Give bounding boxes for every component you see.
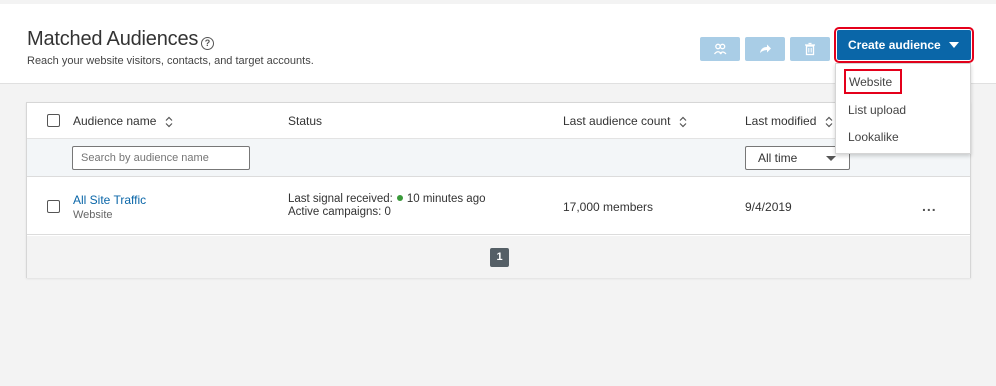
- status-campaigns: Active campaigns: 0: [288, 206, 391, 218]
- audience-name-cell: All Site Traffic Website: [73, 193, 146, 221]
- sort-icon: [679, 116, 687, 128]
- share-button[interactable]: [745, 37, 785, 61]
- column-label: Last modified: [745, 114, 817, 128]
- status-cell: Last signal received: 10 minutes ago Acti…: [288, 193, 485, 218]
- audience-name-link[interactable]: All Site Traffic: [73, 193, 146, 207]
- sort-icon: [825, 116, 833, 128]
- audience-type: Website: [73, 209, 113, 221]
- sort-icon: [165, 116, 173, 128]
- caret-down-icon: [948, 42, 959, 48]
- search-input[interactable]: [72, 146, 250, 170]
- trash-icon: [805, 42, 815, 56]
- column-audience-name[interactable]: Audience name: [73, 114, 173, 128]
- page-subtitle: Reach your website visitors, contacts, a…: [27, 55, 314, 67]
- share-icon: [760, 44, 771, 53]
- delete-button[interactable]: [790, 37, 830, 61]
- column-label: Audience name: [73, 114, 157, 128]
- help-icon[interactable]: ?: [201, 37, 214, 50]
- more-options-icon[interactable]: ...: [922, 199, 937, 213]
- people-icon: [713, 43, 727, 55]
- signal-dot-icon: [396, 195, 403, 202]
- column-last-audience-count[interactable]: Last audience count: [563, 114, 687, 128]
- page-title: Matched Audiences: [27, 28, 199, 50]
- audiences-table: Audience name Status Last audience count…: [26, 102, 971, 278]
- select-all-checkbox[interactable]: [47, 114, 60, 127]
- column-status: Status: [288, 114, 323, 128]
- manage-access-button[interactable]: [700, 37, 740, 61]
- pagination: 1: [27, 236, 970, 278]
- menu-item-list-upload[interactable]: List upload: [848, 103, 906, 117]
- menu-item-website[interactable]: Website: [844, 69, 902, 94]
- create-audience-label: Create audience: [848, 38, 941, 52]
- row-checkbox[interactable]: [47, 200, 60, 213]
- menu-item-lookalike[interactable]: Lookalike: [848, 130, 899, 144]
- status-signal-label: Last signal received:: [288, 193, 393, 205]
- audience-count-cell: 17,000 members: [563, 200, 654, 214]
- table-header: Audience name Status Last audience count…: [27, 103, 970, 139]
- create-audience-button[interactable]: Create audience: [834, 27, 974, 63]
- chevron-down-icon: [826, 156, 836, 161]
- create-audience-menu: Website List upload Lookalike: [835, 63, 971, 154]
- last-modified-cell: 9/4/2019: [745, 200, 792, 214]
- page-button-current[interactable]: 1: [490, 248, 509, 267]
- status-signal: Last signal received: 10 minutes ago: [288, 193, 485, 205]
- column-label: Last audience count: [563, 114, 671, 128]
- table-row: All Site Traffic Website Last signal rec…: [27, 177, 970, 235]
- date-filter-value: All time: [758, 151, 798, 165]
- column-last-modified[interactable]: Last modified: [745, 114, 833, 128]
- status-signal-time: 10 minutes ago: [406, 193, 486, 205]
